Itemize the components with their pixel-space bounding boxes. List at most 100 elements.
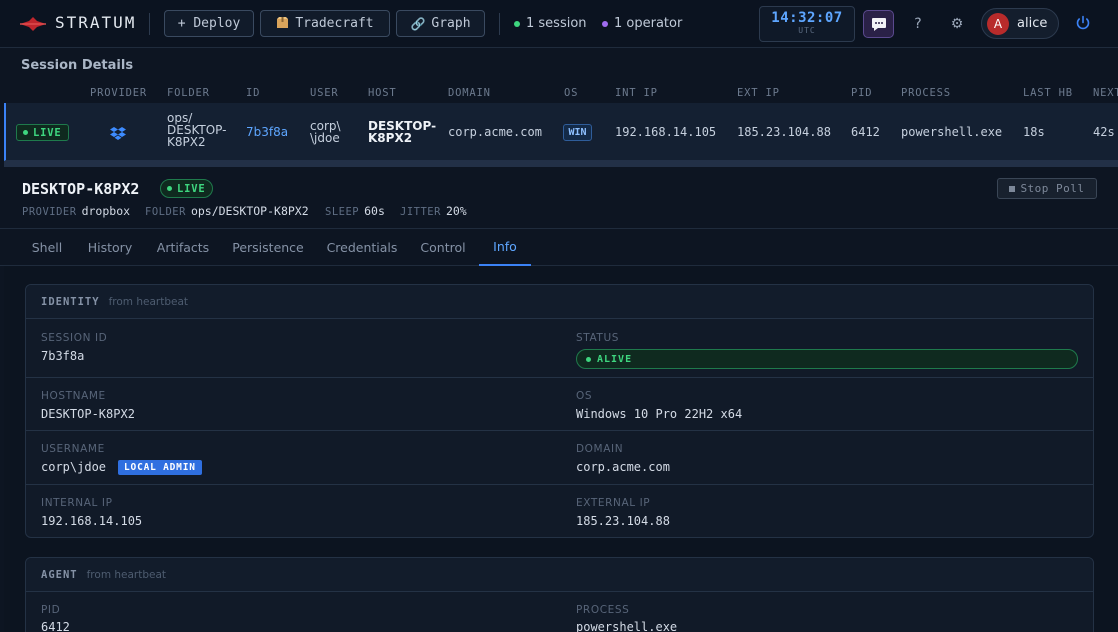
link-icon: 🔗 xyxy=(410,16,426,31)
detail-tabs: Shell History Artifacts Persistence Cred… xyxy=(0,229,1118,266)
ext-ip-cell: 185.23.104.88 xyxy=(737,125,831,139)
top-bar: STRATUM + Deploy Tradecraft 🔗 Graph 1 se… xyxy=(0,0,1118,48)
column-header[interactable]: DOMAIN xyxy=(448,87,491,99)
status-dot-icon xyxy=(167,186,172,191)
meta-key: JITTER xyxy=(400,206,441,218)
tradecraft-button[interactable]: Tradecraft xyxy=(260,10,390,37)
status-dot-icon xyxy=(586,356,591,362)
deploy-button[interactable]: + Deploy xyxy=(164,10,254,37)
tab-persistence[interactable]: Persistence xyxy=(224,229,312,266)
meta-value: 60s xyxy=(364,204,385,218)
field-label: OS xyxy=(576,390,593,402)
alive-status-label: ALIVE xyxy=(597,353,633,365)
stop-poll-button[interactable]: Stop Poll xyxy=(997,178,1097,199)
column-header[interactable]: PROCESS xyxy=(901,87,951,99)
session-count-label: 1 session xyxy=(526,16,587,31)
chat-button[interactable] xyxy=(863,10,894,38)
field-value: powershell.exe xyxy=(576,620,678,632)
tab-history[interactable]: History xyxy=(80,229,140,266)
divider xyxy=(499,13,500,35)
identity-card: IDENTITY from heartbeat SESSION ID 7b3f8… xyxy=(25,284,1094,538)
field-value: corp.acme.com xyxy=(576,460,670,474)
status-dot-icon xyxy=(23,130,28,135)
detail-live-label: LIVE xyxy=(177,182,206,195)
column-header[interactable]: ID xyxy=(246,87,260,99)
session-details-title: Session Details xyxy=(21,58,134,73)
username-value: corp\jdoe xyxy=(41,460,107,474)
deploy-button-label: + Deploy xyxy=(177,16,241,31)
int-ip-cell: 192.168.14.105 xyxy=(615,125,717,139)
local-admin-badge: LOCAL ADMIN xyxy=(118,460,202,475)
agent-subtitle: from heartbeat xyxy=(86,568,167,581)
clock-time: 14:32:07 xyxy=(771,10,843,26)
tab-credentials[interactable]: Credentials xyxy=(318,229,406,266)
tab-info[interactable]: Info xyxy=(479,229,531,266)
os-badge: WIN xyxy=(563,124,592,141)
stop-poll-label: Stop Poll xyxy=(1020,182,1085,195)
field-label: EXTERNAL IP xyxy=(576,497,651,509)
tab-artifacts[interactable]: Artifacts xyxy=(148,229,218,266)
identity-row: INTERNAL IP 192.168.14.105 EXTERNAL IP 1… xyxy=(26,485,1093,537)
detail-live-badge: LIVE xyxy=(160,179,213,198)
column-header[interactable]: USER xyxy=(310,87,339,99)
column-header[interactable]: OS xyxy=(564,87,578,99)
field-label: DOMAIN xyxy=(576,443,624,455)
field-value: DESKTOP-K8PX2 xyxy=(41,407,135,421)
detail-header xyxy=(0,167,1118,229)
settings-button[interactable]: ⚙ xyxy=(947,14,967,34)
tab-shell[interactable]: Shell xyxy=(20,229,74,266)
user-line: \jdoe xyxy=(310,131,340,145)
meta-folder: FOLDER ops/DESKTOP-K8PX2 xyxy=(145,204,309,218)
live-status-label: LIVE xyxy=(33,126,62,139)
field-value: 6412 xyxy=(41,620,70,632)
field-label: STATUS xyxy=(576,332,619,344)
divider xyxy=(149,13,150,35)
column-header[interactable]: NEXT xyxy=(1093,87,1118,99)
host-cell: DESKTOP- K8PX2 xyxy=(368,120,436,144)
field-label: HOSTNAME xyxy=(41,390,106,402)
identity-row: HOSTNAME DESKTOP-K8PX2 OS Windows 10 Pro… xyxy=(26,378,1093,431)
operator-count: 1 operator xyxy=(602,16,682,31)
column-header[interactable]: INT IP xyxy=(615,87,658,99)
agent-row: PID 6412 PROCESS powershell.exe xyxy=(26,592,1093,632)
app-name: STRATUM xyxy=(55,13,137,32)
column-header[interactable]: FOLDER xyxy=(167,87,210,99)
gear-icon: ⚙ xyxy=(950,16,964,32)
identity-row: USERNAME corp\jdoe LOCAL ADMIN DOMAIN cor… xyxy=(26,431,1093,485)
detail-host-title: DESKTOP-K8PX2 xyxy=(22,180,140,198)
last-hb-cell: 18s xyxy=(1023,125,1045,139)
column-header[interactable]: EXT IP xyxy=(737,87,780,99)
session-count: 1 session xyxy=(514,16,587,31)
field-label: SESSION ID xyxy=(41,332,108,344)
help-button[interactable]: ? xyxy=(908,14,928,34)
user-cell: corp\ \jdoe xyxy=(310,120,341,144)
folder-cell: ops/ DESKTOP- K8PX2 xyxy=(167,112,226,148)
field-value: 7b3f8a xyxy=(41,349,85,363)
meta-provider: PROVIDER dropbox xyxy=(22,204,130,218)
identity-subtitle: from heartbeat xyxy=(108,295,189,308)
stratum-logo-icon xyxy=(20,17,46,31)
tab-control[interactable]: Control xyxy=(412,229,474,266)
field-value: 192.168.14.105 xyxy=(41,514,143,528)
host-line: K8PX2 xyxy=(368,131,413,145)
user-menu[interactable]: A alice xyxy=(981,8,1059,39)
column-header[interactable]: PID xyxy=(851,87,872,99)
session-id-link[interactable]: 7b3f8a xyxy=(246,126,288,138)
column-header[interactable]: PROVIDER xyxy=(90,87,147,99)
next-cell: 42s xyxy=(1093,125,1115,139)
live-status-badge: LIVE xyxy=(16,124,69,141)
graph-button[interactable]: 🔗 Graph xyxy=(396,10,485,37)
meta-jitter: JITTER 20% xyxy=(400,204,467,218)
power-icon[interactable] xyxy=(1074,14,1092,32)
clock-zone: UTC xyxy=(798,26,816,35)
field-label: PROCESS xyxy=(576,604,630,616)
field-value: 185.23.104.88 xyxy=(576,514,670,528)
status-dot-icon xyxy=(514,20,520,27)
chat-bubble-icon xyxy=(871,17,886,31)
status-dot-icon xyxy=(602,20,608,27)
operator-count-label: 1 operator xyxy=(614,16,683,31)
graph-button-label: Graph xyxy=(431,16,471,31)
column-header[interactable]: HOST xyxy=(368,87,397,99)
meta-value: 20% xyxy=(445,204,467,218)
column-header[interactable]: LAST HB xyxy=(1023,87,1073,99)
